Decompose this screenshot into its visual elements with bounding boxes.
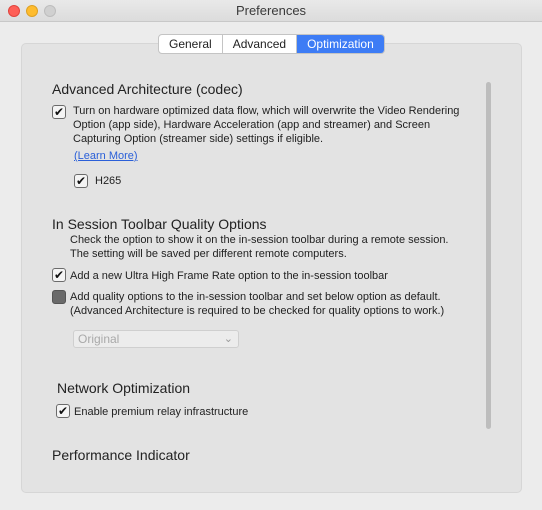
- ultra-high-frame-rate-label: Add a new Ultra High Frame Rate option t…: [70, 270, 388, 282]
- quality-options-checkbox[interactable]: [52, 290, 66, 304]
- learn-more-link[interactable]: (Learn More): [74, 150, 138, 162]
- hardware-optimization-label-line1: Turn on hardware optimized data flow, wh…: [73, 105, 460, 117]
- vertical-scrollbar[interactable]: [486, 82, 491, 429]
- hardware-optimization-label-line3: Capturing Option (streamer side) setting…: [73, 133, 324, 145]
- hardware-optimization-checkbox[interactable]: ✔: [52, 105, 66, 119]
- quality-default-select-value: Original: [78, 332, 120, 346]
- preferences-tabs: General Advanced Optimization: [158, 34, 385, 54]
- window-title: Preferences: [235, 3, 307, 18]
- h265-label: H265: [95, 175, 122, 187]
- performance-indicator-title: Performance Indicator: [52, 447, 190, 463]
- advanced-architecture-title: Advanced Architecture (codec): [52, 81, 243, 97]
- checkmark-icon: ✔: [53, 268, 65, 282]
- tab-advanced[interactable]: Advanced: [223, 35, 298, 53]
- ultra-high-frame-rate-checkbox[interactable]: ✔: [52, 268, 66, 282]
- quality-default-select[interactable]: Original ⌄: [73, 330, 239, 348]
- toolbar-quality-description-line2: The setting will be saved per different …: [70, 248, 347, 260]
- hardware-optimization-label-line2: Option (app side), Hardware Acceleration…: [73, 119, 431, 131]
- tab-optimization[interactable]: Optimization: [297, 35, 384, 53]
- h265-checkbox[interactable]: ✔: [74, 174, 88, 188]
- checkmark-icon: ✔: [53, 105, 65, 119]
- toolbar-quality-title: In Session Toolbar Quality Options: [52, 216, 267, 232]
- quality-options-label-line2: (Advanced Architecture is required to be…: [70, 305, 445, 317]
- title-bar: Preferences: [0, 0, 542, 22]
- tab-general[interactable]: General: [159, 35, 223, 53]
- premium-relay-checkbox[interactable]: ✔: [56, 404, 70, 418]
- network-optimization-title: Network Optimization: [57, 380, 191, 396]
- quality-options-label-line1: Add quality options to the in-session to…: [70, 291, 441, 303]
- checkmark-icon: ✔: [75, 174, 87, 188]
- checkmark-icon: ✔: [57, 404, 69, 418]
- premium-relay-label: Enable premium relay infrastructure: [74, 406, 249, 418]
- chevron-down-icon: ⌄: [223, 333, 233, 345]
- toolbar-quality-description-line1: Check the option to show it on the in-se…: [70, 234, 449, 246]
